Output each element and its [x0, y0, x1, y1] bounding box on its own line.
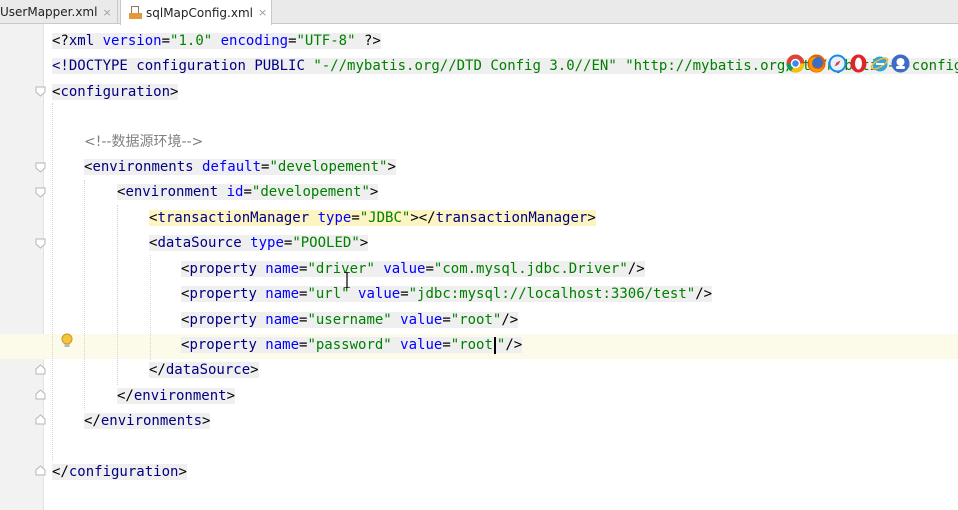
fold-close-icon[interactable] [35, 364, 46, 375]
mouse-ibeam-cursor [344, 271, 350, 289]
xml-file-icon [129, 5, 142, 20]
lightbulb-icon[interactable] [60, 333, 74, 349]
code-line-environments-open[interactable]: <environments default="developement"> [84, 155, 396, 180]
indent-guide [84, 180, 85, 410]
code-line-datasource-close[interactable]: </dataSource> [149, 358, 259, 383]
safari-icon[interactable] [828, 54, 847, 73]
code-line-environment-close[interactable]: </environment> [117, 384, 236, 409]
tab-label: UserMapper.xml [0, 5, 98, 19]
code-line-environments-close[interactable]: </environments> [84, 409, 211, 434]
browser-preview-icons [786, 54, 934, 76]
code-line-property-password[interactable]: <property name="password" value="root "/> [181, 333, 523, 358]
editor-tab-bar: UserMapper.xml × sqlMapConfig.xml × [0, 0, 958, 25]
opera-icon[interactable] [849, 54, 868, 73]
firefox-icon[interactable] [807, 54, 826, 73]
indent-guide [52, 103, 53, 461]
code-line-property-driver[interactable]: <property name="driver" value="com.mysql… [181, 257, 645, 282]
code-line-property-username[interactable]: <property name="username" value="root"/> [181, 308, 519, 333]
tab-close-icon[interactable]: × [258, 6, 267, 19]
fold-open-icon[interactable] [35, 86, 46, 97]
tab-label: sqlMapConfig.xml [146, 5, 253, 20]
ie-icon[interactable] [870, 54, 889, 73]
code-line-comment[interactable]: <!--数据源环境--> [84, 130, 203, 155]
chrome-icon[interactable] [786, 54, 805, 73]
code-line-environment-open[interactable]: <environment id="developement"> [117, 180, 379, 205]
tab-close-icon[interactable]: × [102, 6, 111, 19]
code-line-transaction-manager[interactable]: <transactionManager type="JDBC"></transa… [149, 206, 596, 231]
fold-close-icon[interactable] [35, 465, 46, 476]
fold-open-icon[interactable] [35, 238, 46, 249]
code-line-configuration-open[interactable]: <configuration> [52, 80, 179, 105]
code-line-xml-declaration[interactable]: <?xml version="1.0" encoding="UTF-8" ?> [52, 29, 381, 54]
fold-close-icon[interactable] [35, 414, 46, 425]
text-caret [493, 336, 496, 354]
code-line-property-url[interactable]: <property name="url" value="jdbc:mysql:/… [181, 282, 713, 307]
indent-guide [150, 255, 151, 360]
code-line-configuration-close[interactable]: </configuration> [52, 460, 187, 485]
fold-open-icon[interactable] [35, 162, 46, 173]
tab-sqlmapconfig[interactable]: sqlMapConfig.xml × [120, 0, 272, 25]
fold-open-icon[interactable] [35, 187, 46, 198]
indent-guide [117, 205, 118, 385]
code-line-datasource-open[interactable]: <dataSource type="POOLED"> [149, 231, 369, 256]
fold-close-icon[interactable] [35, 389, 46, 400]
edge-icon[interactable] [891, 54, 910, 73]
tab-usermapper[interactable]: UserMapper.xml × [0, 0, 118, 24]
